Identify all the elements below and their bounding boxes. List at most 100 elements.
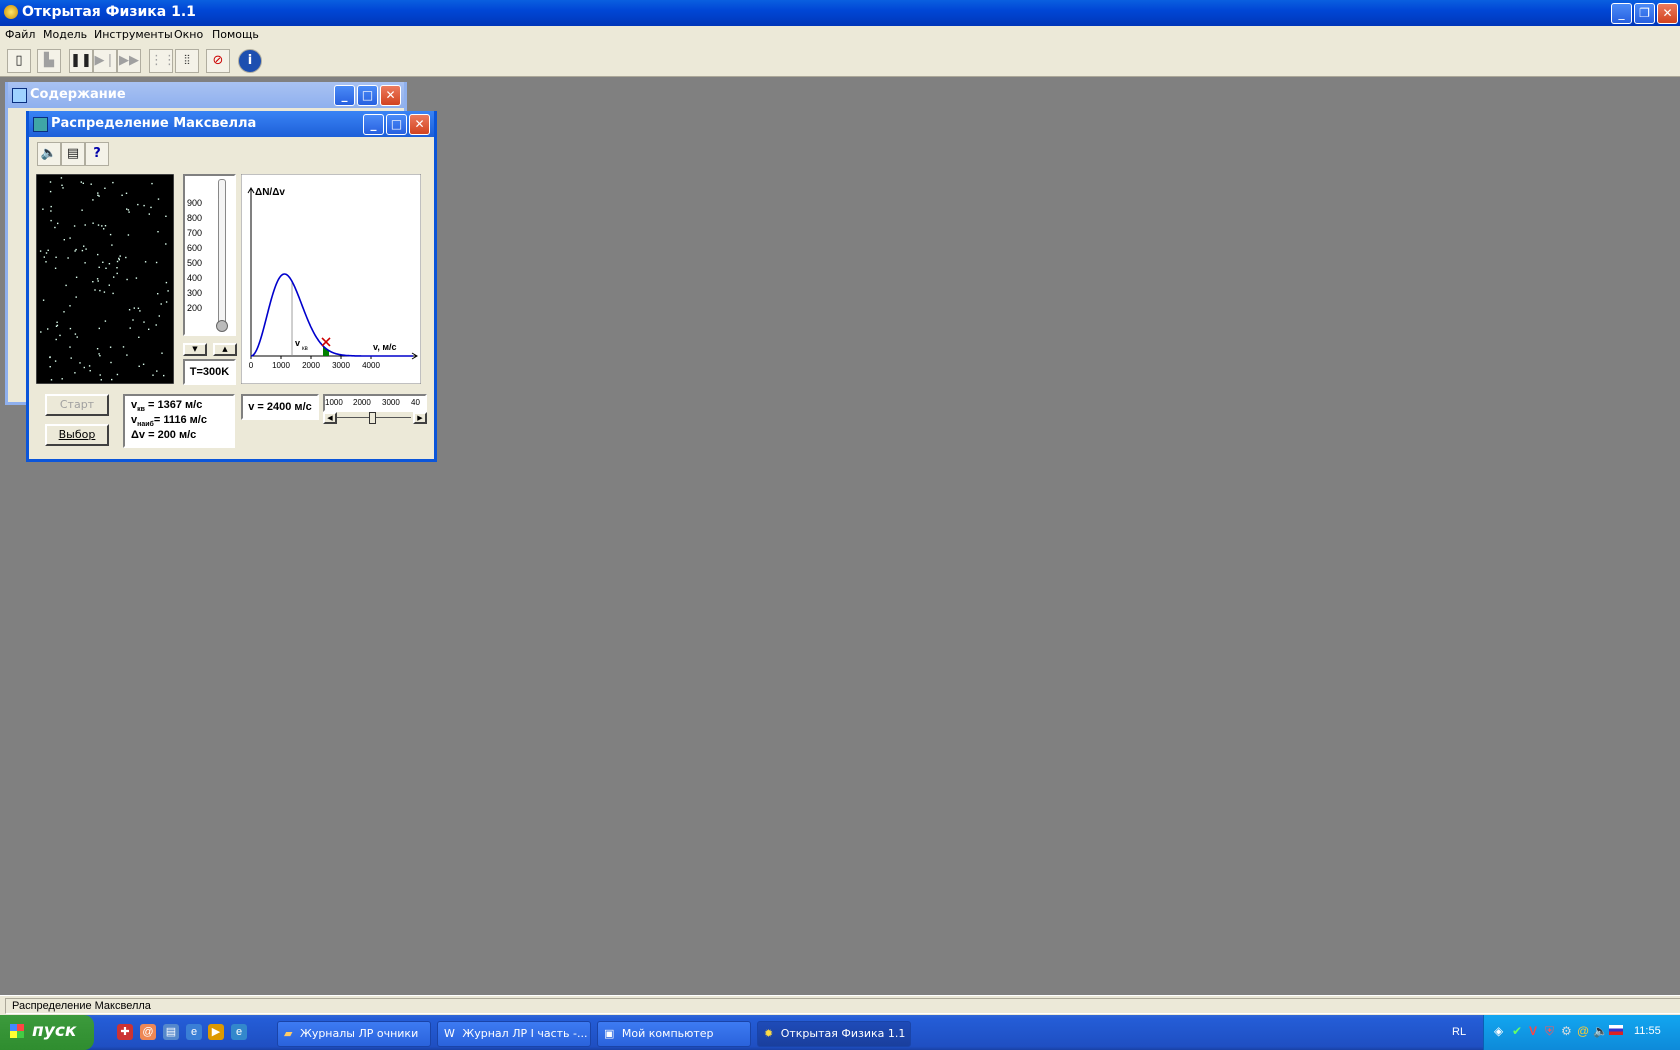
app-task-icon: ✹ — [764, 1027, 774, 1040]
molecule — [62, 187, 64, 189]
molecule — [76, 336, 78, 338]
v-sq-value: = 1367 м/с — [148, 399, 203, 411]
molecule — [112, 181, 114, 184]
minimize-icon[interactable]: _ — [1611, 3, 1632, 24]
slider-right-icon[interactable]: ▶ — [413, 412, 427, 424]
tray-mail-icon[interactable]: @ — [1577, 1024, 1589, 1038]
maxwell-close-icon[interactable]: ✕ — [409, 114, 430, 135]
thermo-tick: 200 — [187, 303, 203, 313]
speaker-icon[interactable]: 🔈 — [37, 142, 61, 166]
close-icon[interactable]: ✕ — [1657, 3, 1678, 24]
thermometer-tube[interactable] — [218, 179, 226, 327]
molecule — [42, 299, 45, 301]
molecule — [79, 362, 81, 364]
tray-settings-icon[interactable]: ⚙ — [1561, 1024, 1572, 1038]
molecule — [151, 182, 153, 185]
windows-logo-icon — [10, 1024, 24, 1038]
maxwell-title-bar[interactable]: Распределение Максвелла _ □ ✕ — [29, 111, 434, 137]
thermo-tick: 700 — [187, 228, 203, 238]
mail-icon[interactable]: @ — [140, 1024, 156, 1040]
temp-up-button[interactable]: ▲ — [213, 343, 237, 356]
language-indicator[interactable]: RL — [1452, 1026, 1466, 1038]
contents-minimize-icon[interactable]: _ — [334, 85, 355, 106]
molecule — [132, 319, 134, 321]
molecule — [80, 181, 82, 183]
molecule — [54, 360, 57, 362]
molecule — [103, 291, 106, 293]
door-icon[interactable]: ▯ — [7, 49, 31, 73]
molecule — [152, 374, 154, 376]
molecule — [138, 336, 140, 338]
menu-tools[interactable]: Инструменты — [94, 28, 173, 41]
contents-maximize-icon[interactable]: □ — [357, 85, 378, 106]
media-player-icon[interactable]: ▶ — [208, 1024, 224, 1040]
contents-title: Содержание — [30, 87, 126, 102]
maxwell-window[interactable]: Распределение Максвелла _ □ ✕ 🔈 ▤ ? 900 … — [26, 111, 437, 462]
tray-antivirus-icon[interactable]: V — [1529, 1024, 1537, 1038]
tray-volume-icon[interactable]: 🔈 — [1593, 1024, 1608, 1038]
menu-bar: Файл Модель Инструменты Окно Помощь — [0, 26, 1680, 46]
contents-close-icon[interactable]: ✕ — [380, 85, 401, 106]
system-tray: ◈ ✔ V ⛨ ⚙ @ 🔈 11:55 — [1483, 1015, 1680, 1050]
exit-model-icon[interactable]: ▙ — [37, 49, 61, 73]
select-button[interactable]: Выбор — [45, 424, 109, 446]
menu-help[interactable]: Помощь — [212, 28, 259, 41]
fast-forward-icon[interactable]: ▶▶ — [117, 49, 141, 73]
word-doc-icon: W — [444, 1027, 455, 1040]
tray-shield-icon[interactable]: ⛨ — [1545, 1024, 1554, 1039]
molecule — [56, 321, 58, 323]
speed-slider[interactable]: ◀ ▶ — [323, 412, 427, 424]
task-button[interactable]: ▣ Мой компьютер — [597, 1021, 751, 1047]
menu-window[interactable]: Окно — [174, 28, 203, 41]
molecule — [143, 321, 145, 323]
quick-launch-app-icon[interactable]: ✚ — [117, 1024, 133, 1040]
tray-green-icon[interactable]: ✔ — [1512, 1024, 1522, 1038]
molecule — [144, 261, 147, 263]
molecule — [94, 289, 96, 291]
help-icon[interactable]: ? — [85, 142, 109, 166]
skip-icon[interactable]: ⋮⋮ — [149, 49, 176, 73]
sound-off-icon[interactable]: ⊘ — [206, 49, 230, 73]
molecule — [50, 205, 52, 208]
maxwell-minimize-icon[interactable]: _ — [363, 114, 384, 135]
task-button[interactable]: ✹ Открытая Физика 1.1 — [757, 1021, 911, 1047]
speed-scale: 1000 2000 3000 40 — [323, 394, 427, 412]
task-label: Открытая Физика 1.1 — [780, 1027, 906, 1040]
ie-icon[interactable]: e — [186, 1024, 202, 1040]
task-button[interactable]: ▰ Журналы ЛР очники — [277, 1021, 431, 1047]
molecule — [73, 225, 76, 227]
step-icon[interactable]: ▶❘ — [93, 49, 117, 73]
molecule — [116, 373, 119, 376]
molecule — [84, 224, 86, 226]
molecule — [125, 192, 128, 194]
page-icon[interactable]: ▤ — [61, 142, 85, 166]
start-button-os[interactable]: пуск — [0, 1015, 94, 1050]
frames-icon[interactable]: ⦙⦙ — [175, 49, 199, 73]
tray-flag-icon[interactable] — [1609, 1025, 1623, 1035]
molecule — [39, 250, 42, 252]
desktop-icon[interactable]: ▤ — [163, 1024, 179, 1040]
menu-file[interactable]: Файл — [5, 28, 35, 41]
molecule — [116, 267, 118, 269]
start-button[interactable]: Старт — [45, 394, 109, 416]
temp-down-button[interactable]: ▼ — [183, 343, 207, 356]
restore-icon[interactable]: ❐ — [1634, 3, 1655, 24]
pause-icon[interactable]: ❚❚ — [69, 49, 93, 73]
slider-thumb[interactable] — [369, 412, 376, 424]
folder-icon: ▰ — [284, 1027, 293, 1040]
molecule — [57, 222, 59, 225]
thermo-tick: 400 — [187, 273, 203, 283]
maxwell-maximize-icon[interactable]: □ — [386, 114, 407, 135]
molecule — [47, 249, 49, 251]
browser-icon[interactable]: e — [231, 1024, 247, 1040]
menu-model[interactable]: Модель — [43, 28, 87, 41]
thermometer-bulb — [216, 320, 228, 332]
app-title-bar[interactable]: Открытая Физика 1.1 _ ❐ ✕ — [0, 0, 1680, 26]
molecule — [69, 346, 71, 348]
info-icon[interactable]: i — [238, 49, 262, 73]
molecule — [98, 266, 100, 268]
task-button[interactable]: W Журнал ЛР I часть -... — [437, 1021, 591, 1047]
tray-network-icon[interactable]: ◈ — [1494, 1024, 1503, 1038]
contents-title-bar[interactable]: Содержание _ □ ✕ — [8, 82, 404, 108]
slider-left-icon[interactable]: ◀ — [323, 412, 337, 424]
